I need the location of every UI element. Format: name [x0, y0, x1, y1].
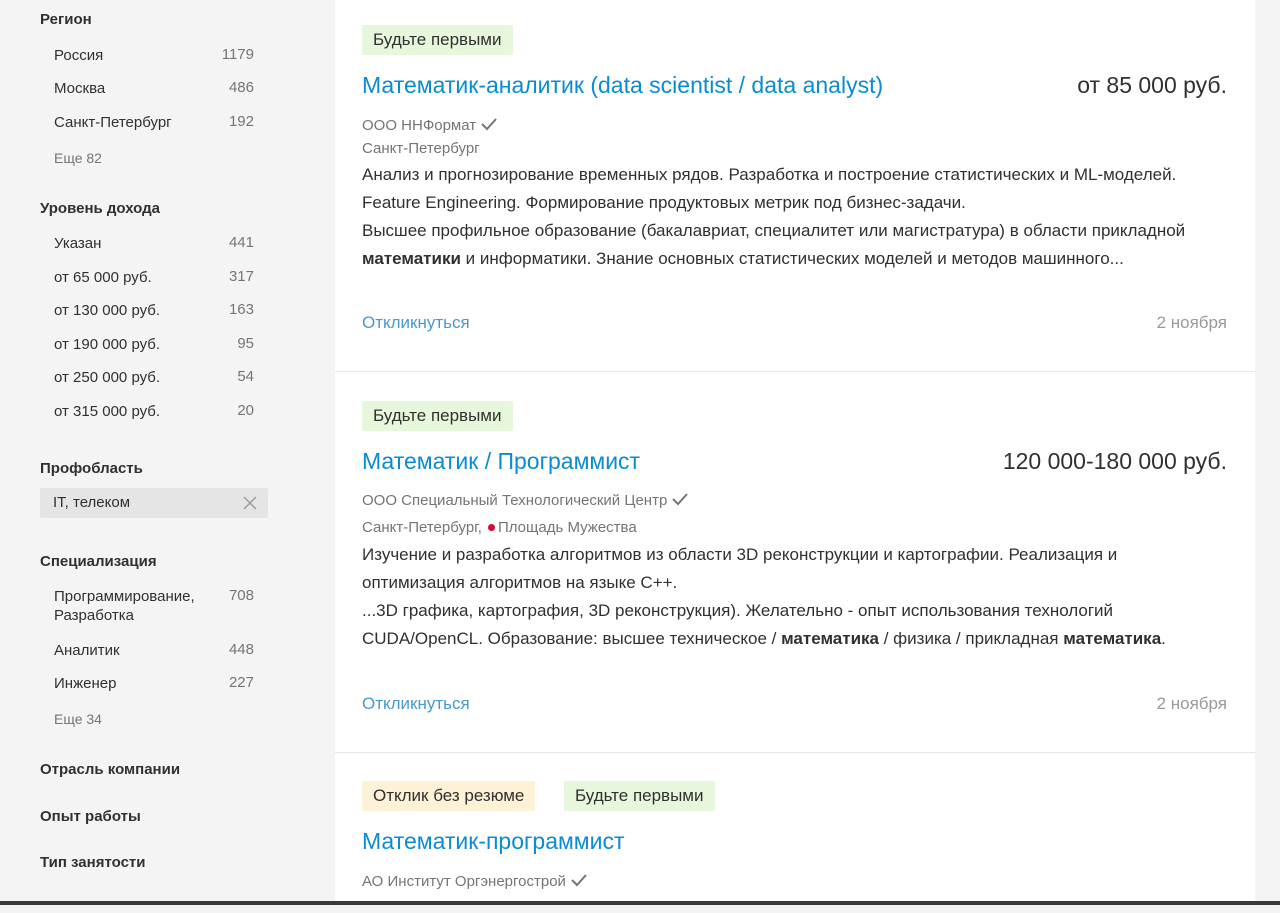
filter-title-profarea: Профобласть [40, 460, 143, 477]
filter-item-label: от 250 000 руб. [54, 369, 161, 386]
filters-sidebar: Регион Россия 1179 Москва 486 Санкт-Пете… [14, 0, 294, 905]
verified-check-icon [571, 874, 587, 887]
vacancy-card: Отклик без резюме Будьте первыми Математ… [335, 753, 1255, 913]
filter-item-count: 708 [228, 587, 254, 604]
vacancy-card: Будьте первыми Математик / Программист 1… [335, 372, 1255, 753]
filter-title-income: Уровень дохода [40, 200, 161, 217]
apply-button[interactable]: Откликнуться [362, 313, 470, 333]
filter-title-experience[interactable]: Опыт работы [40, 808, 141, 825]
location-city: Санкт-Петербург, [362, 519, 482, 536]
filter-item-label: Инженер [54, 675, 117, 692]
metro-station: Площадь Мужества [497, 519, 637, 536]
verified-check-icon [481, 118, 497, 131]
region-more-link[interactable]: Еще 82 [54, 150, 102, 166]
filter-item-engineer[interactable]: Инженер 227 [54, 674, 254, 693]
filter-item-programming[interactable]: Программирование, Разработка 708 [54, 587, 254, 625]
vacancy-responsibilities: Изучение и разработка алгоритмов из обла… [362, 545, 1118, 592]
filter-item-income-315000[interactable]: от 315 000 руб. 20 [54, 402, 254, 421]
filter-item-analyst[interactable]: Аналитик 448 [54, 641, 254, 660]
filter-item-count: 486 [228, 79, 254, 96]
filter-title-region: Регион [40, 11, 92, 28]
vacancy-company[interactable]: ООО ННФормат [362, 116, 498, 134]
vacancy-list: Будьте первыми Математик-аналитик (data … [335, 0, 1255, 905]
selected-profarea-chip[interactable]: IT, телеком [40, 488, 268, 518]
vacancy-date: 2 ноября [1156, 313, 1227, 332]
vacancy-card: Будьте первыми Математик-аналитик (data … [335, 0, 1255, 372]
filter-item-label: Санкт-Петербург [54, 114, 172, 131]
badge-be-first: Будьте первыми [362, 25, 513, 55]
vacancy-requirements: ...3D графика, картография, 3D реконстру… [362, 601, 1166, 648]
vacancy-location: Санкт-Петербург, Площадь Мужества [362, 519, 637, 536]
filter-item-label: Аналитик [54, 642, 120, 659]
vacancy-location: Санкт-Петербург [362, 140, 480, 157]
filter-item-count: 448 [228, 641, 254, 658]
filter-item-label: Указан [54, 235, 102, 252]
vacancy-company[interactable]: АО Институт Оргэнергострой [362, 872, 588, 890]
vacancy-description: Анализ и прогнозирование временных рядов… [362, 161, 1202, 273]
badge-be-first: Будьте первыми [362, 401, 513, 431]
vacancy-requirements: Высшее профильное образование (бакалаври… [362, 221, 1186, 268]
vacancy-date: 2 ноября [1156, 694, 1227, 713]
filter-item-income-65000[interactable]: от 65 000 руб. 317 [54, 268, 254, 287]
window-bottom-edge [0, 901, 1280, 905]
verified-check-icon [672, 493, 689, 506]
filter-item-count: 227 [228, 674, 254, 691]
apply-button[interactable]: Откликнуться [362, 694, 470, 714]
filter-item-label: Россия [54, 47, 104, 64]
filter-item-income-130000[interactable]: от 130 000 руб. 163 [54, 301, 254, 320]
vacancy-responsibilities: Анализ и прогнозирование временных рядов… [362, 165, 1177, 212]
filter-item-label: Программирование, Разработка [54, 588, 195, 624]
filter-item-count: 163 [228, 301, 254, 318]
vacancy-salary: от 85 000 руб. [1077, 72, 1227, 98]
vacancy-title[interactable]: Математик-аналитик (data scientist / dat… [362, 72, 883, 99]
vacancy-title[interactable]: Математик-программист [362, 828, 625, 855]
filter-item-income-specified[interactable]: Указан 441 [54, 234, 254, 253]
badge-be-first: Будьте первыми [564, 781, 715, 811]
filter-item-income-190000[interactable]: от 190 000 руб. 95 [54, 335, 254, 354]
filter-item-label: от 130 000 руб. [54, 302, 161, 319]
filter-item-count: 317 [228, 268, 254, 285]
company-name: АО Институт Оргэнергострой [362, 873, 566, 890]
filter-item-moscow[interactable]: Москва 486 [54, 79, 254, 98]
filter-item-russia[interactable]: Россия 1179 [54, 46, 254, 65]
filter-item-label: от 315 000 руб. [54, 403, 161, 420]
filter-item-count: 54 [237, 368, 254, 385]
vacancy-salary: 120 000-180 000 руб. [1002, 448, 1227, 474]
filter-item-count: 95 [237, 335, 254, 352]
filter-title-industry[interactable]: Отрасль компании [40, 761, 180, 778]
vacancy-company[interactable]: ООО Специальный Технологический Центр [362, 491, 689, 509]
close-icon[interactable] [242, 495, 258, 511]
specialization-more-link[interactable]: Еще 34 [54, 711, 102, 727]
company-name: ООО Специальный Технологический Центр [362, 492, 668, 509]
filter-item-count: 441 [228, 234, 254, 251]
filter-item-label: от 190 000 руб. [54, 336, 161, 353]
company-name: ООО ННФормат [362, 117, 477, 134]
vacancy-title[interactable]: Математик / Программист [362, 448, 640, 475]
filter-title-specialization: Специализация [40, 553, 157, 570]
filter-item-label: от 65 000 руб. [54, 269, 152, 286]
filter-item-count: 20 [237, 402, 254, 419]
vacancy-description: Изучение и разработка алгоритмов из обла… [362, 541, 1202, 653]
chip-label: IT, телеком [53, 494, 131, 511]
filter-item-count: 1179 [221, 46, 254, 63]
filter-item-count: 192 [228, 113, 254, 130]
filter-item-spb[interactable]: Санкт-Петербург 192 [54, 113, 254, 132]
badge-no-resume: Отклик без резюме [362, 781, 536, 811]
filter-item-label: Москва [54, 80, 106, 97]
filter-item-income-250000[interactable]: от 250 000 руб. 54 [54, 368, 254, 387]
filter-title-employment[interactable]: Тип занятости [40, 854, 145, 871]
metro-icon [487, 524, 495, 531]
